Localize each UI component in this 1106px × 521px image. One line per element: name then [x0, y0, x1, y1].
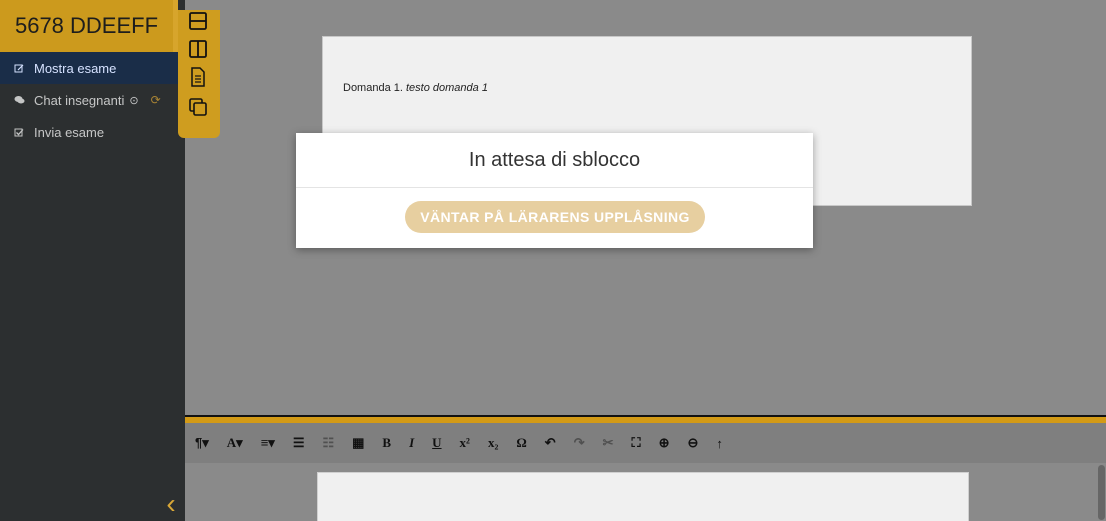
sidebar-item-invia-esame[interactable]: Invia esame [0, 116, 185, 148]
superscript-icon[interactable]: x² [460, 435, 470, 451]
modal-title: In attesa di sblocco [468, 148, 641, 171]
redo-icon[interactable]: ↷ [574, 435, 585, 451]
sidebar-item-chat-insegnanti[interactable]: Chat insegnanti ⊙ ⟳ [0, 84, 185, 116]
up-arrow-icon[interactable]: ↑ [716, 436, 723, 451]
waiting-unlock-modal: In attesa di sblocco VÄNTAR PÅ LÄRARENS … [296, 133, 813, 248]
layout-horizontal-split-icon[interactable] [187, 10, 209, 32]
cut-icon[interactable]: ✂ [603, 435, 614, 451]
chat-status-indicator: ⊙ [129, 94, 139, 107]
align-icon[interactable]: ≡▾ [261, 435, 275, 451]
edit-icon [14, 63, 30, 74]
submit-check-icon [14, 127, 30, 138]
indent-icon[interactable]: ☰ [293, 435, 305, 451]
paragraph-icon[interactable]: ¶▾ [195, 435, 209, 451]
italic-icon[interactable]: I [409, 435, 414, 451]
question-text: Domanda 1. testo domanda 1 [343, 82, 488, 94]
sidebar-menu: Mostra esame Chat insegnanti ⊙ ⟳ Invia e… [0, 52, 185, 148]
chat-icon [14, 95, 30, 105]
editor-resize-divider[interactable] [185, 415, 1106, 423]
document-icon[interactable] [187, 66, 209, 88]
omega-icon[interactable]: Ω [516, 435, 526, 451]
refresh-icon[interactable]: ⟳ [151, 93, 161, 107]
subscript-icon[interactable]: x₂ [488, 435, 498, 451]
font-size-icon[interactable]: A▾ [227, 435, 243, 451]
waiting-teacher-unlock-button[interactable]: VÄNTAR PÅ LÄRARENS UPPLÅSNING [405, 201, 705, 233]
outdent-icon[interactable]: ☷ [322, 435, 334, 451]
question-label: Domanda 1. [343, 82, 403, 94]
zoom-out-icon[interactable]: ⊖ [688, 435, 699, 451]
question-body: testo domanda 1 [406, 82, 488, 94]
layout-toolbar [178, 10, 220, 138]
answer-editor[interactable] [317, 472, 969, 521]
sidebar-item-label: Invia esame [34, 124, 105, 140]
copy-windows-icon[interactable] [187, 96, 209, 118]
layout-vertical-split-icon[interactable] [187, 38, 209, 60]
underline-icon[interactable]: U [432, 435, 441, 451]
sidebar-item-label: Chat insegnanti [34, 92, 125, 108]
undo-icon[interactable]: ↶ [545, 435, 556, 451]
student-code-header: 5678 DDEEFF [0, 0, 178, 52]
collapse-sidebar-chevron-icon[interactable]: ‹ [162, 490, 180, 518]
editor-toolbar: ¶▾ A▾ ≡▾ ☰ ☷ ▦ B I U x² x₂ Ω ↶ ↷ ✂ ⛶ ⊕ ⊖… [185, 423, 1106, 463]
puzzle-icon[interactable]: ⛶ [632, 435, 641, 451]
sidebar: 5678 DDEEFF Mostra esame Chat insegnanti… [0, 0, 185, 521]
bold-icon[interactable]: B [382, 435, 391, 451]
zoom-in-icon[interactable]: ⊕ [659, 435, 670, 451]
sidebar-item-label: Mostra esame [34, 60, 117, 76]
sidebar-item-mostra-esame[interactable]: Mostra esame [0, 52, 185, 84]
scrollbar[interactable] [1098, 465, 1105, 520]
modal-divider [296, 187, 813, 188]
table-icon[interactable]: ▦ [352, 435, 364, 451]
